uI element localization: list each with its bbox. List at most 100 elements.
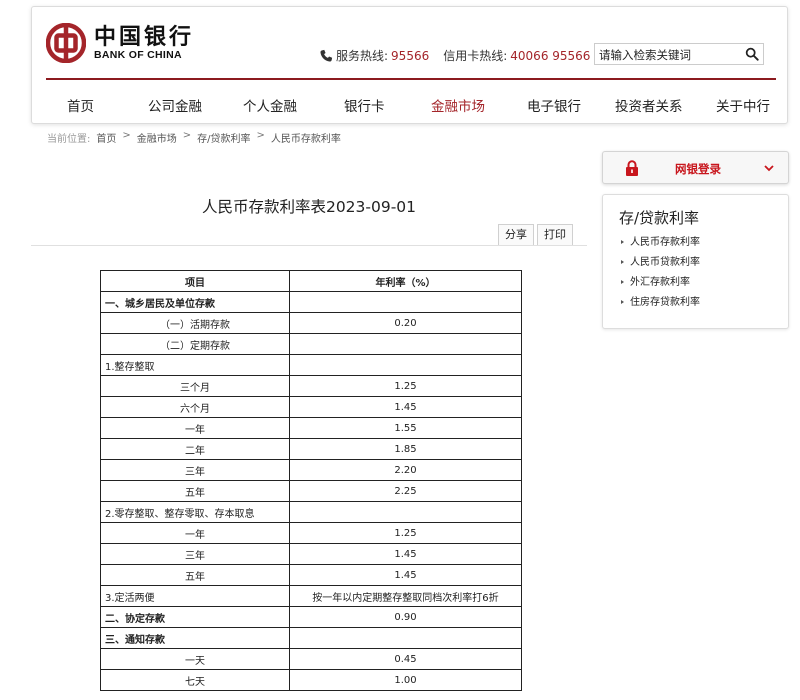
- breadcrumb-separator-icon: >: [256, 130, 265, 141]
- rates-side-panel: 存/贷款利率 人民币存款利率 人民币贷款利率 外汇存款利率 住房存贷款利率: [602, 194, 789, 329]
- row-rate: [289, 291, 522, 313]
- row-label: 二年: [100, 438, 290, 460]
- table-row: 一、城乡居民及单位存款: [100, 291, 522, 313]
- row-rate: [289, 354, 522, 376]
- search-icon[interactable]: [745, 47, 759, 61]
- row-rate: 1.55: [289, 417, 522, 439]
- row-label: 六个月: [100, 396, 290, 418]
- service-hotline-label: 服务热线:: [336, 49, 389, 63]
- table-row: 三个月 1.25: [100, 375, 522, 397]
- bank-logo[interactable]: 中国银行 BANK OF CHINA: [46, 23, 194, 63]
- row-rate: 2.20: [289, 459, 522, 481]
- search-input[interactable]: [595, 45, 735, 65]
- row-rate: 2.25: [289, 480, 522, 502]
- row-label: 五年: [100, 564, 290, 586]
- row-rate: 0.20: [289, 312, 522, 334]
- nav-item-corporate-banking[interactable]: 公司金融: [148, 95, 202, 115]
- title-divider: [31, 245, 587, 246]
- table-row: 七天 1.00: [100, 669, 522, 691]
- side-link-label: 人民币贷款利率: [630, 257, 700, 268]
- online-banking-login-button[interactable]: 网银登录: [602, 151, 789, 184]
- page-title: 人民币存款利率表2023-09-01: [201, 198, 417, 216]
- table-row: 3.定活两便 按一年以内定期整存整取同档次利率打6折: [100, 585, 522, 607]
- row-rate: 1.85: [289, 438, 522, 460]
- row-label: 三年: [100, 543, 290, 565]
- bullet-arrow-icon: [621, 240, 624, 244]
- breadcrumb-item-rates[interactable]: 存/贷款利率: [197, 130, 250, 145]
- side-link-rmb-loan-rates[interactable]: 人民币贷款利率: [621, 256, 700, 276]
- table-row: 五年 1.45: [100, 564, 522, 586]
- breadcrumb-separator-icon: >: [122, 130, 131, 141]
- nav-item-financial-markets[interactable]: 金融市场: [431, 95, 485, 115]
- card-hotline-label: 信用卡热线:: [443, 49, 508, 63]
- bullet-arrow-icon: [621, 260, 624, 264]
- lock-icon: [626, 160, 638, 176]
- row-label: 3.定活两便: [100, 585, 290, 607]
- row-label: 一年: [100, 522, 290, 544]
- side-link-list: 人民币存款利率 人民币贷款利率 外汇存款利率 住房存贷款利率: [621, 236, 700, 316]
- table-row: 二、协定存款 0.90: [100, 606, 522, 628]
- table-row: 五年 2.25: [100, 480, 522, 502]
- breadcrumb: 当前位置: 首页 > 金融市场 > 存/贷款利率 > 人民币存款利率: [47, 130, 341, 145]
- side-panel-title: 存/贷款利率: [619, 209, 700, 227]
- logo-english-name: BANK OF CHINA: [94, 49, 182, 61]
- breadcrumb-item-home[interactable]: 首页: [96, 130, 116, 145]
- row-rate: 1.45: [289, 564, 522, 586]
- breadcrumb-item-financial-markets[interactable]: 金融市场: [137, 130, 177, 145]
- row-label: 三个月: [100, 375, 290, 397]
- table-row: （二）定期存款: [100, 333, 522, 355]
- row-rate: 0.90: [289, 606, 522, 628]
- nav-item-about-boc[interactable]: 关于中行: [716, 95, 770, 115]
- table-row: （一）活期存款 0.20: [100, 312, 522, 334]
- table-row: 三、通知存款: [100, 627, 522, 649]
- side-link-rmb-deposit-rates[interactable]: 人民币存款利率: [621, 236, 700, 256]
- bank-of-china-logo-icon: [46, 23, 86, 63]
- row-rate: 按一年以内定期整存整取同档次利率打6折: [289, 585, 522, 607]
- phone-icon: [320, 49, 333, 62]
- row-rate: 0.45: [289, 648, 522, 670]
- share-button[interactable]: 分享: [498, 224, 534, 246]
- table-row: 1.整存整取: [100, 354, 522, 376]
- search-box: [594, 43, 764, 65]
- deposit-rate-table: 项目 年利率（%） 一、城乡居民及单位存款 （一）活期存款 0.20 （二）定期…: [100, 270, 522, 691]
- side-link-label: 人民币存款利率: [630, 237, 700, 248]
- row-rate: 1.25: [289, 522, 522, 544]
- row-rate: 1.25: [289, 375, 522, 397]
- row-label: 二、协定存款: [100, 606, 290, 628]
- table-row: 二年 1.85: [100, 438, 522, 460]
- table-row: 一年 1.25: [100, 522, 522, 544]
- table-row: 一年 1.55: [100, 417, 522, 439]
- card-hotline-number: 40066 95566: [510, 48, 591, 63]
- service-hotline-number: 95566: [391, 48, 430, 63]
- login-label: 网银登录: [675, 162, 721, 176]
- bullet-arrow-icon: [621, 280, 624, 284]
- row-rate: 1.45: [289, 396, 522, 418]
- side-link-fx-deposit-rates[interactable]: 外汇存款利率: [621, 276, 700, 296]
- row-rate: 1.45: [289, 543, 522, 565]
- breadcrumb-lead: 当前位置:: [47, 134, 91, 145]
- table-row: 2.零存整取、整存零取、存本取息: [100, 501, 522, 523]
- nav-item-personal-banking[interactable]: 个人金融: [243, 95, 297, 115]
- hotlines: 服务热线: 95566 信用卡热线: 40066 95566: [319, 47, 590, 64]
- header-divider: [46, 78, 776, 80]
- logo-chinese-name: 中国银行: [94, 24, 195, 50]
- breadcrumb-separator-icon: >: [182, 130, 192, 141]
- row-label: 三、通知存款: [100, 627, 290, 649]
- nav-item-e-banking[interactable]: 电子银行: [527, 95, 581, 115]
- column-header-rate: 年利率（%）: [289, 270, 522, 292]
- side-link-housing-rates[interactable]: 住房存贷款利率: [621, 296, 700, 316]
- table-row: 一天 0.45: [100, 648, 522, 670]
- nav-item-investor-relations[interactable]: 投资者关系: [615, 95, 683, 115]
- chevron-down-icon: [764, 165, 774, 172]
- breadcrumb-item-current: 人民币存款利率: [270, 134, 341, 145]
- row-label: 五年: [100, 480, 290, 502]
- nav-item-home[interactable]: 首页: [67, 95, 94, 115]
- column-header-item: 项目: [100, 270, 290, 292]
- row-label: 1.整存整取: [100, 354, 290, 376]
- row-label: 2.零存整取、整存零取、存本取息: [100, 501, 290, 523]
- nav-item-bank-cards[interactable]: 银行卡: [344, 95, 385, 115]
- table-row: 三年 1.45: [100, 543, 522, 565]
- row-rate: [289, 627, 522, 649]
- print-button[interactable]: 打印: [537, 224, 573, 246]
- row-label: 一、城乡居民及单位存款: [100, 291, 290, 313]
